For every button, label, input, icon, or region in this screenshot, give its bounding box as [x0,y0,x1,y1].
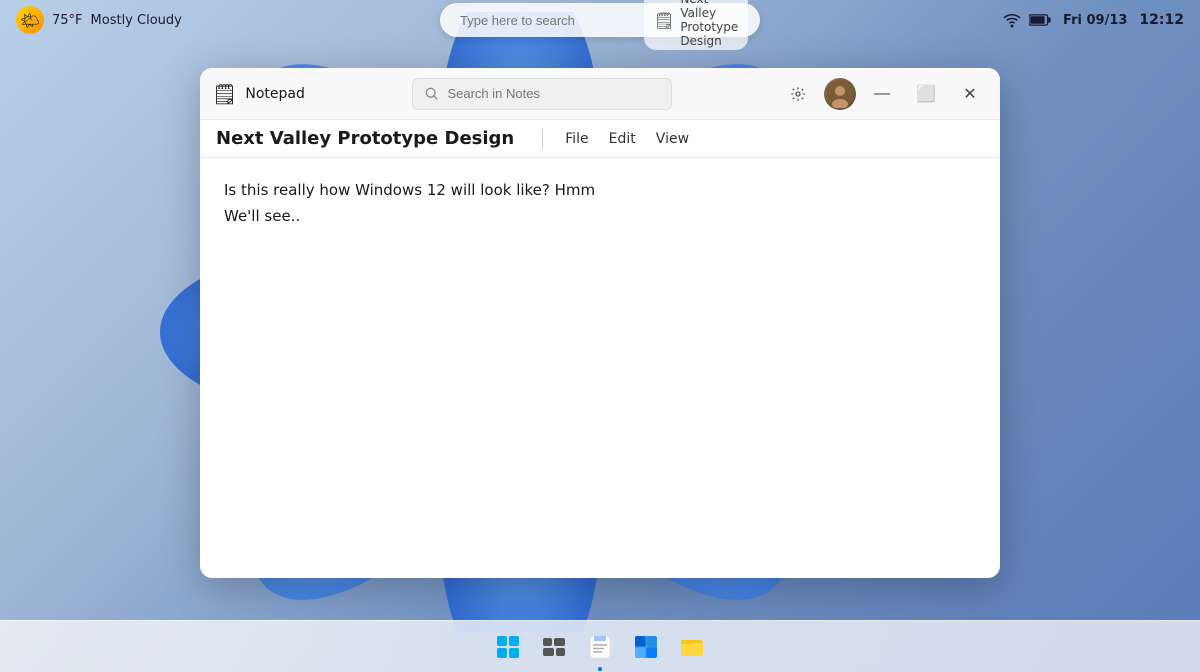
wifi-icon [1003,11,1021,29]
titlebar-right: — ⬜ ✕ [780,76,988,112]
taskbar-photos-button[interactable] [626,627,666,667]
taskbar-explorer-button[interactable] [672,627,712,667]
search-active-text: Next Valley Prototype Design [680,0,738,48]
menu-edit[interactable]: Edit [599,127,646,151]
app-title: Notepad [245,86,305,102]
time-display: 12:12 [1139,12,1184,28]
document-title: Next Valley Prototype Design [216,128,514,149]
maximize-button[interactable]: ⬜ [908,76,944,112]
menu-divider [542,129,543,149]
system-tray: Fri 09/13 12:12 [1003,11,1184,29]
taskbar [0,620,1200,672]
search-input[interactable] [460,13,636,28]
titlebar: 🗒 Notepad [200,68,1000,120]
notepad-window: 🗒 Notepad [200,68,1000,578]
menu-view[interactable]: View [646,127,699,151]
taskbar-notepad-button[interactable] [580,627,620,667]
weather-condition: Mostly Cloudy [91,13,182,28]
minimize-button[interactable]: — [864,76,900,112]
menu-file[interactable]: File [555,127,598,151]
user-avatar[interactable] [824,78,856,110]
search-icon [425,87,439,101]
notes-search-input[interactable] [447,86,659,101]
weather-icon: 🌤 [16,6,44,34]
notes-search-bar[interactable] [412,78,672,110]
date-display: Fri 09/13 [1063,13,1127,28]
content-line-1: Is this really how Windows 12 will look … [224,178,976,204]
taskbar-search[interactable]: 🗒 Next Valley Prototype Design [440,3,760,37]
notepad-logo-icon: 🗒 [212,82,237,106]
titlebar-left: 🗒 Notepad [212,82,305,106]
taskbar-start-button[interactable] [488,627,528,667]
note-content-area[interactable]: Is this really how Windows 12 will look … [200,158,1000,578]
taskbar-taskview-button[interactable] [534,627,574,667]
content-line-2: We'll see.. [224,204,976,230]
tray-icons [1003,11,1051,29]
weather-widget: 🌤 75°F Mostly Cloudy [16,6,182,34]
close-button[interactable]: ✕ [952,76,988,112]
battery-icon [1029,13,1051,27]
temperature: 75°F [52,13,83,28]
topbar: 🌤 75°F Mostly Cloudy 🗒 Next Valley Proto… [0,0,1200,40]
settings-button[interactable] [780,76,816,112]
active-search-result: 🗒 Next Valley Prototype Design [644,0,748,50]
menubar: Next Valley Prototype Design File Edit V… [200,120,1000,158]
